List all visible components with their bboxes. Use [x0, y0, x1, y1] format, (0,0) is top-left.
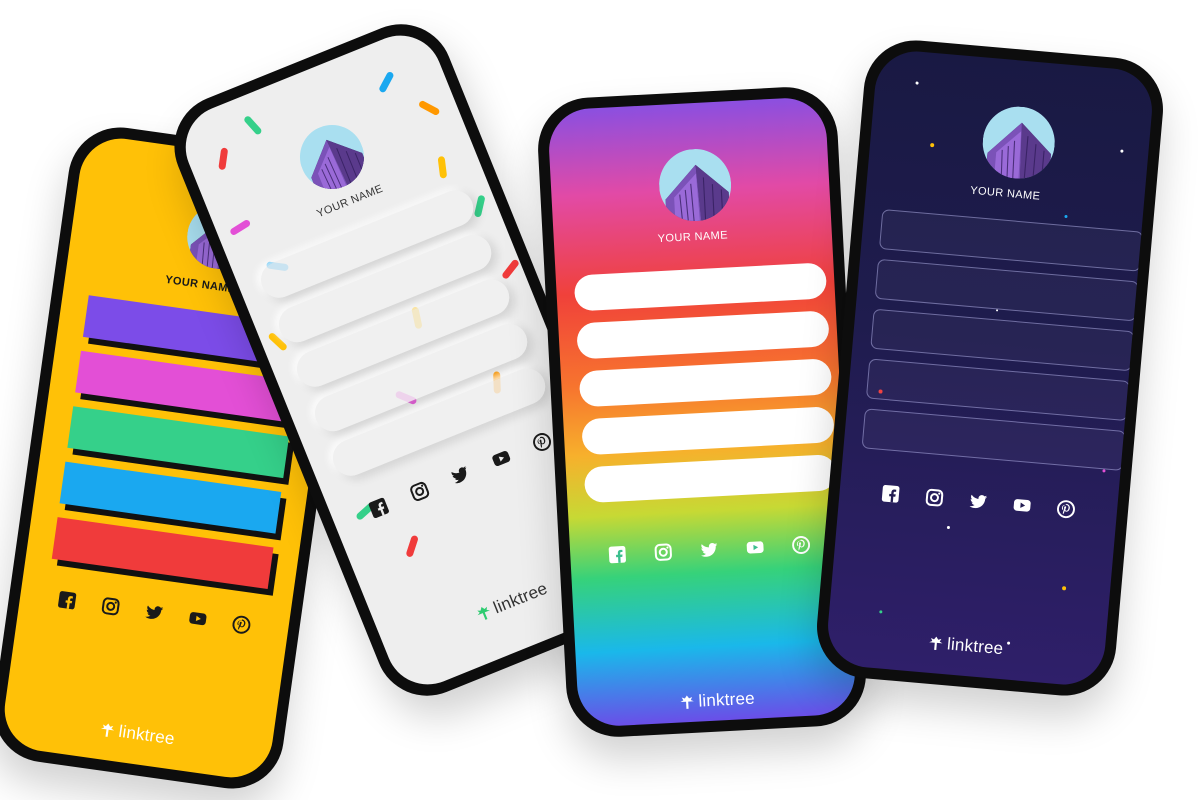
star-dot	[915, 81, 919, 85]
youtube-icon[interactable]	[183, 604, 212, 633]
youtube-icon[interactable]	[1008, 491, 1036, 519]
linktree-logo: linktree	[2, 706, 272, 763]
youtube-icon[interactable]	[484, 442, 518, 476]
social-icons-row	[570, 530, 849, 571]
linktree-logo: linktree	[578, 683, 857, 718]
star-dot	[946, 525, 951, 530]
confetti-piece	[378, 70, 395, 94]
confetti-piece	[242, 114, 263, 136]
link-button-5[interactable]	[583, 454, 838, 504]
star-dot	[879, 610, 883, 614]
link-button-4[interactable]	[581, 406, 835, 456]
pinterest-icon[interactable]	[227, 610, 256, 639]
instagram-icon[interactable]	[403, 475, 437, 509]
confetti-piece	[229, 218, 252, 237]
social-icons-row	[839, 476, 1118, 526]
twitter-icon[interactable]	[964, 487, 992, 515]
star-dot	[1064, 214, 1068, 219]
linktree-tree-icon	[927, 635, 944, 652]
profile-avatar	[657, 147, 733, 223]
brand-wordmark: linktree	[490, 578, 551, 618]
confetti-piece	[218, 147, 229, 171]
pinterest-icon[interactable]	[1052, 495, 1080, 523]
linktree-tree-icon	[679, 694, 696, 711]
pinterest-icon[interactable]	[787, 531, 814, 558]
confetti-piece	[417, 99, 441, 117]
facebook-icon[interactable]	[877, 480, 905, 508]
facebook-icon[interactable]	[52, 586, 81, 615]
phone-space-theme: YOUR NAME linktree	[812, 36, 1168, 700]
twitter-icon[interactable]	[444, 458, 478, 492]
star-dot	[995, 309, 999, 312]
phone-screen: YOUR NAME linktree	[824, 48, 1156, 688]
instagram-icon[interactable]	[920, 484, 948, 512]
star-dot	[1061, 586, 1067, 591]
linktree-tree-icon	[474, 603, 495, 624]
linktree-logo: linktree	[826, 624, 1105, 668]
brand-wordmark: linktree	[117, 721, 176, 749]
star-dot	[1102, 469, 1106, 473]
link-button-1[interactable]	[573, 262, 828, 312]
facebook-icon[interactable]	[362, 491, 396, 525]
instagram-icon[interactable]	[650, 539, 677, 566]
link-button-3[interactable]	[578, 358, 833, 408]
social-icons-row	[19, 581, 290, 644]
profile-name: YOUR NAME	[657, 229, 729, 246]
confetti-piece	[405, 534, 419, 558]
facebook-icon[interactable]	[604, 541, 631, 568]
youtube-icon[interactable]	[741, 534, 768, 561]
confetti-piece	[500, 258, 521, 281]
twitter-icon[interactable]	[140, 598, 169, 627]
brand-wordmark: linktree	[697, 688, 756, 711]
instagram-icon[interactable]	[96, 592, 125, 621]
profile-avatar	[980, 104, 1058, 182]
brand-wordmark: linktree	[946, 634, 1005, 659]
linktree-tree-icon	[99, 721, 117, 739]
star-dot	[930, 142, 935, 148]
profile-name: YOUR NAME	[969, 184, 1041, 203]
profile-avatar	[290, 115, 373, 198]
phone-screen: YOUR NAME linktree	[547, 96, 857, 728]
confetti-piece	[473, 194, 486, 218]
twitter-icon[interactable]	[696, 536, 723, 563]
star-dot	[1120, 149, 1124, 153]
link-button-2[interactable]	[576, 310, 830, 360]
